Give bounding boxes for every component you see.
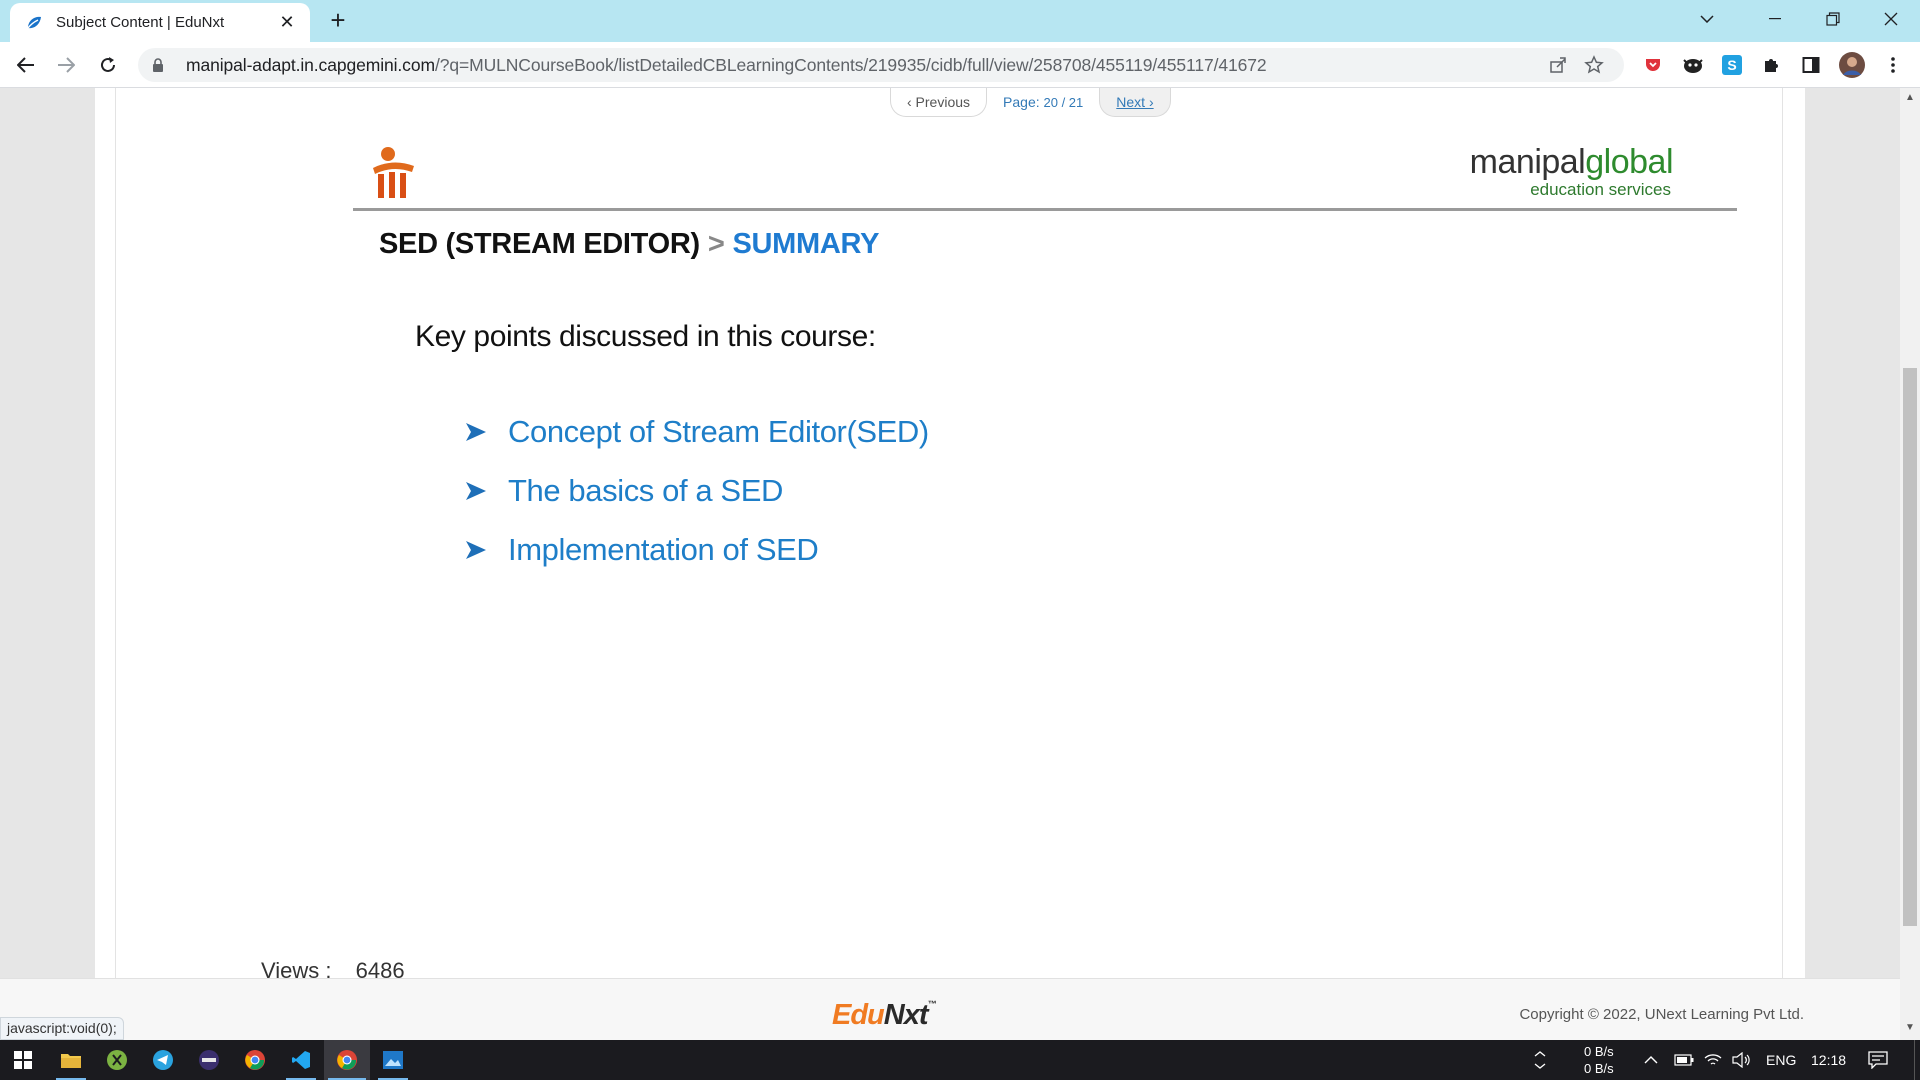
browser-toolbar: manipal-adapt.in.capgemini.com/?q=MULNCo… — [0, 42, 1920, 88]
volume-icon[interactable] — [1732, 1040, 1752, 1080]
url-text[interactable]: manipal-adapt.in.capgemini.com/?q=MULNCo… — [186, 55, 1540, 76]
bookmark-star-icon[interactable] — [1576, 55, 1612, 75]
list-item: The basics of a SED — [465, 461, 929, 520]
telegram-icon[interactable] — [140, 1040, 186, 1080]
restore-button[interactable] — [1804, 0, 1862, 38]
windows-taskbar: 0 B/s 0 B/s ENG 12:18 — [0, 1040, 1920, 1080]
reload-button[interactable] — [92, 49, 124, 81]
brand-global: global — [1585, 143, 1673, 181]
next-button[interactable]: Next › — [1099, 88, 1171, 117]
new-tab-button[interactable]: + — [324, 6, 352, 34]
page-viewport: ‹ Previous Page: 20 / 21 Next › manipalg… — [0, 88, 1900, 978]
page-indicator: Page: 20 / 21 — [1003, 94, 1083, 110]
point-text: Concept of Stream Editor(SED) — [508, 413, 929, 449]
chrome-icon[interactable] — [232, 1040, 278, 1080]
scroll-up-icon[interactable]: ▲ — [1904, 92, 1916, 104]
forward-button[interactable] — [50, 49, 82, 81]
vpn-app-icon[interactable] — [186, 1040, 232, 1080]
vscode-icon[interactable] — [278, 1040, 324, 1080]
slide-divider — [353, 208, 1737, 211]
windows-start-icon[interactable] — [0, 1040, 46, 1080]
svg-text:S: S — [1727, 57, 1736, 73]
window-controls — [1678, 0, 1920, 38]
brand-manipal: manipal — [1469, 143, 1586, 181]
wifi-icon[interactable] — [1704, 1040, 1722, 1080]
notification-center-icon[interactable] — [1868, 1040, 1888, 1080]
extension-cow-icon[interactable] — [1680, 52, 1706, 78]
arrow-bullet-icon — [465, 481, 508, 501]
copyright-text: Copyright © 2022, UNext Learning Pvt Ltd… — [1519, 1006, 1804, 1023]
views-counter: Views : 6486 — [261, 958, 405, 978]
close-window-button[interactable] — [1862, 0, 1920, 38]
manipalglobal-brand: manipalglobal education services — [1469, 143, 1674, 200]
extensions-puzzle-icon[interactable] — [1758, 52, 1784, 78]
tab-strip: Subject Content | EduNxt ✕ + — [0, 0, 1920, 42]
back-button[interactable] — [10, 49, 42, 81]
slide-card — [115, 88, 1783, 978]
pager: ‹ Previous Page: 20 / 21 Next › — [890, 88, 1171, 117]
list-item: Implementation of SED — [465, 520, 929, 579]
side-panel-icon[interactable] — [1798, 52, 1824, 78]
arrow-bullet-icon — [465, 422, 508, 442]
show-hidden-icons[interactable] — [1534, 1040, 1546, 1080]
extension-pocket-icon[interactable] — [1640, 52, 1666, 78]
brand-subtitle: education services — [1530, 180, 1671, 199]
previous-button[interactable]: ‹ Previous — [890, 88, 988, 117]
slide-heading: SED (STREAM EDITOR) > SUMMARY — [379, 228, 879, 261]
point-text: The basics of a SED — [508, 472, 783, 508]
manipal-logo-icon — [368, 146, 418, 202]
tray-chevron-icon[interactable] — [1644, 1040, 1658, 1080]
scroll-thumb[interactable] — [1903, 368, 1917, 926]
battery-icon[interactable] — [1674, 1040, 1694, 1080]
page-number: 20 / 21 — [1043, 95, 1084, 110]
scroll-down-icon[interactable]: ▼ — [1904, 1022, 1916, 1034]
minimize-button[interactable] — [1746, 0, 1804, 38]
chrome-active-icon[interactable] — [324, 1040, 370, 1080]
intro-text: Key points discussed in this course: — [415, 320, 876, 353]
key-points-list: Concept of Stream Editor(SED) The basics… — [465, 402, 929, 579]
page-scrollbar[interactable]: ▲ ▼ — [1900, 88, 1920, 1040]
list-item: Concept of Stream Editor(SED) — [465, 402, 929, 461]
heading-main: SED (STREAM EDITOR) — [379, 228, 700, 260]
link-status-bubble: javascript:void(0); — [0, 1017, 124, 1040]
net-upload: 0 B/s — [1584, 1044, 1614, 1059]
address-bar[interactable]: manipal-adapt.in.capgemini.com/?q=MULNCo… — [138, 48, 1624, 82]
tab-title: Subject Content | EduNxt — [56, 14, 225, 31]
page-footer: EduNxt™ Copyright © 2022, UNext Learning… — [0, 978, 1900, 1040]
net-download: 0 B/s — [1584, 1061, 1614, 1076]
share-icon[interactable] — [1540, 56, 1576, 74]
extension-s-icon[interactable]: S — [1719, 52, 1745, 78]
profile-avatar[interactable] — [1839, 52, 1865, 78]
browser-tab[interactable]: Subject Content | EduNxt ✕ — [10, 3, 310, 42]
views-label: Views : — [261, 958, 332, 978]
android-tool-icon[interactable] — [94, 1040, 140, 1080]
language-indicator[interactable]: ENG — [1766, 1040, 1796, 1080]
photos-app-icon[interactable] — [370, 1040, 416, 1080]
point-text: Implementation of SED — [508, 531, 819, 567]
edunxt-logo[interactable]: EduNxt™ — [832, 999, 937, 1032]
lock-icon[interactable] — [152, 57, 172, 73]
views-value: 6486 — [355, 958, 405, 978]
tab-search-icon[interactable] — [1678, 0, 1736, 38]
browser-menu-icon[interactable] — [1880, 52, 1906, 78]
file-explorer-icon[interactable] — [48, 1040, 94, 1080]
network-speed: 0 B/s 0 B/s — [1584, 1043, 1614, 1077]
show-desktop-button[interactable] — [1914, 1040, 1920, 1080]
tab-close-icon[interactable]: ✕ — [276, 12, 298, 33]
heading-sub: SUMMARY — [732, 228, 880, 260]
edunxt-favicon-icon — [24, 13, 44, 33]
clock[interactable]: 12:18 — [1811, 1040, 1846, 1080]
page-label: Page: — [1003, 94, 1040, 110]
heading-separator: > — [707, 228, 725, 260]
arrow-bullet-icon — [465, 540, 508, 560]
content-frame: ‹ Previous Page: 20 / 21 Next › manipalg… — [95, 88, 1805, 978]
